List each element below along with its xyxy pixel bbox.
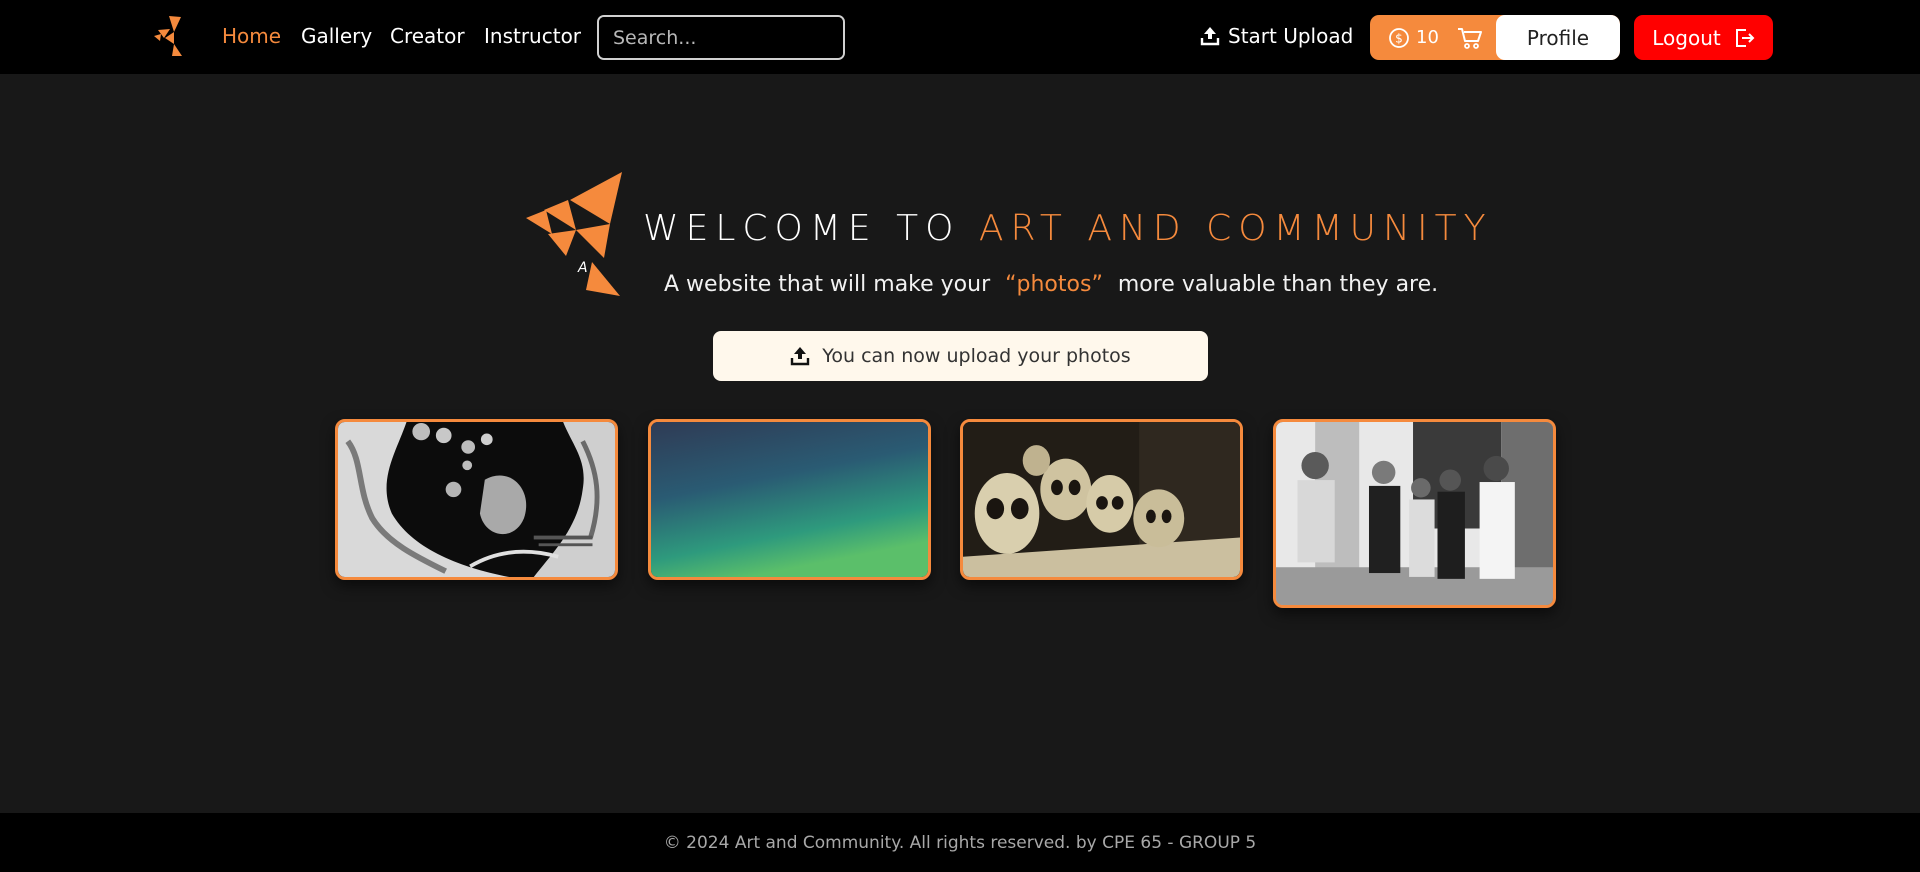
- hero-subtitle-accent: “photos”: [1005, 272, 1103, 297]
- svg-text:A: A: [577, 260, 588, 276]
- hero-subtitle-before: A website that will make your: [664, 272, 991, 297]
- gallery-thumb-band[interactable]: [1273, 419, 1556, 608]
- gradient-blue-green-photo: [651, 422, 928, 577]
- svg-text:$: $: [1395, 31, 1403, 45]
- hero-title: WELCOME TO ART AND COMMUNITY: [643, 208, 1493, 249]
- logout-label: Logout: [1652, 25, 1721, 50]
- upload-photos-label: You can now upload your photos: [822, 345, 1131, 367]
- search-box: [597, 15, 845, 60]
- nav-link-instructor[interactable]: Instructor: [484, 24, 581, 48]
- band-group-bw-photo: [1276, 422, 1553, 605]
- navbar: Home Gallery Creator Instructor Start Up…: [0, 0, 1920, 74]
- nav-link-gallery[interactable]: Gallery: [301, 24, 372, 48]
- logout-button[interactable]: Logout: [1634, 15, 1773, 60]
- nav-link-home[interactable]: Home: [222, 24, 281, 48]
- coin-balance: 10: [1416, 27, 1439, 48]
- profile-button[interactable]: Profile: [1496, 15, 1620, 60]
- upload-icon: [1200, 27, 1220, 46]
- logout-icon: [1735, 28, 1755, 47]
- nav-link-creator[interactable]: Creator: [390, 24, 465, 48]
- gallery-thumb-abstract[interactable]: [335, 419, 618, 580]
- hero-title-accent: ART AND COMMUNITY: [978, 208, 1493, 249]
- origami-bird-logo[interactable]: [152, 14, 186, 58]
- start-upload-link[interactable]: Start Upload: [1200, 24, 1353, 48]
- gallery-thumb-gradient[interactable]: [648, 419, 931, 580]
- coin-cart-profile-group: $ 10 Profile: [1370, 15, 1620, 60]
- search-input[interactable]: [599, 17, 843, 58]
- hero-subtitle-after: more valuable than they are.: [1117, 272, 1439, 297]
- abstract-bw-photo: [338, 422, 615, 577]
- hero-title-prefix: WELCOME TO: [643, 208, 961, 249]
- coin-icon: $: [1389, 27, 1409, 48]
- cart-icon: [1457, 27, 1482, 49]
- footer-copyright: © 2024 Art and Community. All rights res…: [663, 832, 1257, 853]
- skulls-sepia-photo: [963, 422, 1240, 577]
- footer: © 2024 Art and Community. All rights res…: [0, 813, 1920, 872]
- hero-subtitle: A website that will make your “photos” m…: [664, 272, 1438, 297]
- upload-icon: [791, 347, 810, 366]
- coin-cart-button[interactable]: $ 10: [1370, 15, 1496, 60]
- start-upload-label: Start Upload: [1228, 24, 1354, 48]
- gallery-thumb-skulls[interactable]: [960, 419, 1243, 580]
- hero-origami-logo: A: [526, 172, 622, 296]
- upload-photos-button[interactable]: You can now upload your photos: [713, 331, 1208, 381]
